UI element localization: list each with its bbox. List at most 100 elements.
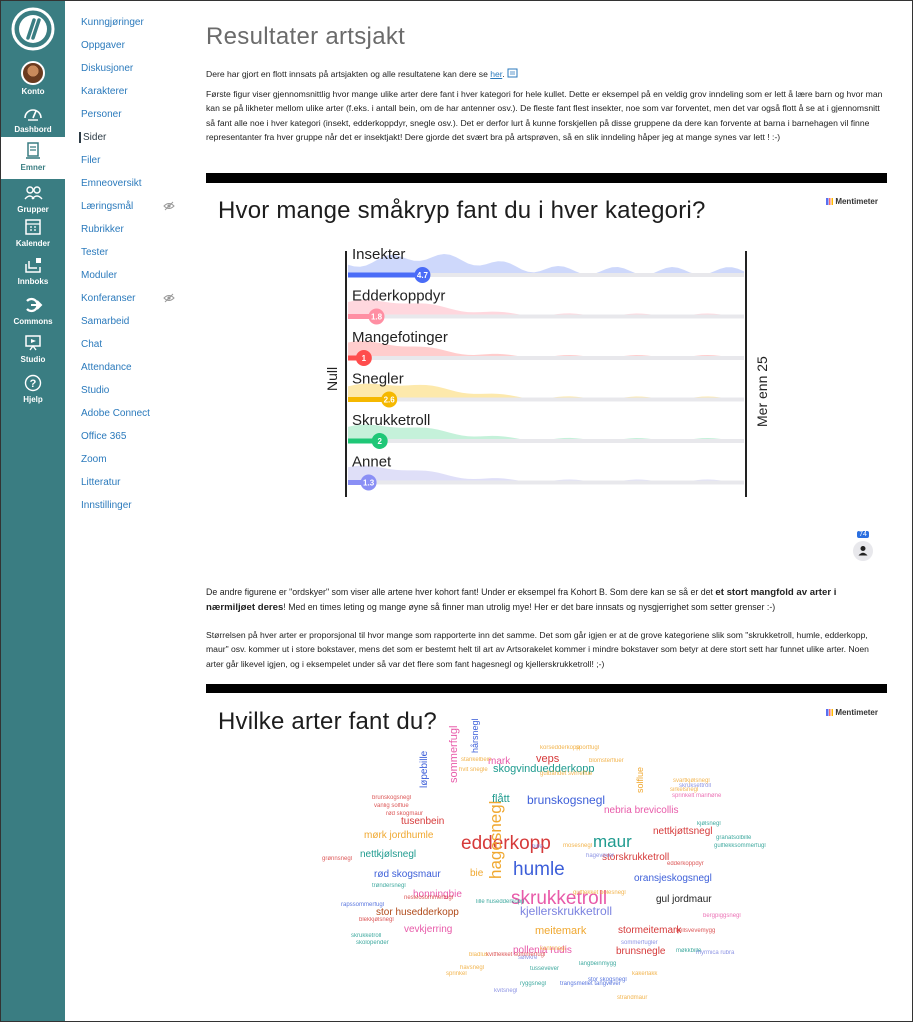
course-nav-collaborations[interactable]: Samarbeid <box>81 316 129 327</box>
word-cloud-word: granatsolbille <box>716 835 752 841</box>
global-nav-courses[interactable]: Emner <box>1 137 65 179</box>
global-nav-groups[interactable]: Grupper <box>1 183 65 214</box>
word-cloud-word: nebria brevicollis <box>604 805 679 816</box>
word-cloud-word: tusenbein <box>401 816 445 827</box>
global-nav-calendar[interactable]: Kalender <box>1 217 65 248</box>
mentimeter-brand: Mentimeter <box>826 197 878 206</box>
category-label-snegler: Snegler <box>352 371 404 388</box>
global-nav-label: Dashbord <box>14 125 52 134</box>
paragraph-2: De andre figurene er "ordskyer" som vise… <box>206 585 886 616</box>
mentimeter-label: Mentimeter <box>835 197 878 206</box>
course-nav-adobe-connect[interactable]: Adobe Connect <box>81 408 150 419</box>
word-cloud-word: sprinkel <box>446 971 467 977</box>
word-cloud-word: trøndersnegl <box>372 883 406 889</box>
word-cloud-word: gulflekksommerfugl <box>714 843 766 849</box>
course-nav-outcomes[interactable]: Læringsmål <box>81 201 133 212</box>
word-cloud-word: solflue <box>635 766 645 793</box>
course-nav-modules[interactable]: Moduler <box>81 270 117 281</box>
category-label-skrukketroll: Skrukketroll <box>352 412 430 429</box>
studio-icon <box>25 335 41 351</box>
word-cloud-word: kvitflekket sommerfugl <box>486 952 546 958</box>
mentimeter-slide-wordcloud: Hvilke arter fant du? Mentimeter edderko… <box>206 693 887 1021</box>
global-nav-dashboard[interactable]: Dashbord <box>1 103 65 134</box>
word-cloud-word: langbeinmygg <box>579 961 617 967</box>
value-label-edderkoppdyr: 1.8 <box>371 313 383 322</box>
course-nav-settings[interactable]: Innstillinger <box>81 500 132 511</box>
course-nav-assignments[interactable]: Oppgaver <box>81 40 125 51</box>
course-nav-rubrics[interactable]: Rubrikker <box>81 224 124 235</box>
word-cloud-word: mørk jordhumle <box>364 830 434 841</box>
course-nav-conferences[interactable]: Konferanser <box>81 293 135 304</box>
global-nav-label: Kalender <box>15 239 51 248</box>
track-annet <box>348 480 744 485</box>
global-nav-inbox[interactable]: Innboks <box>1 255 65 286</box>
slide-title: Hvor mange småkryp fant du i hver katego… <box>218 197 706 224</box>
global-nav-studio[interactable]: Studio <box>1 333 65 364</box>
global-nav-label: Konto <box>21 87 45 96</box>
word-cloud-word: brunskogsnegl <box>527 793 606 807</box>
course-nav-grades[interactable]: Karakterer <box>81 86 128 97</box>
word-cloud-word: gulbåndet svirreflue <box>540 771 593 777</box>
word-cloud-word: brunskogsnegl <box>372 795 412 801</box>
paragraph-2-end: ! Med en times leting og mange øyne så f… <box>283 602 776 613</box>
course-nav-office-365[interactable]: Office 365 <box>81 431 126 442</box>
word-cloud-word: sommerfugler <box>621 940 658 946</box>
word-cloud-word: kjellerskrukketroll <box>520 904 613 918</box>
global-nav-help[interactable]: ? Hjelp <box>1 373 65 404</box>
participants-counter[interactable]: 74 <box>853 523 873 561</box>
track-snegler <box>348 397 744 402</box>
paragraph-1: Første figur viser gjennomsnittlig hvor … <box>206 89 883 142</box>
global-nav-account[interactable]: Konto <box>1 61 65 96</box>
file-preview-icon[interactable] <box>507 68 518 78</box>
word-cloud-word: vanlig solflue <box>374 803 409 809</box>
course-nav-quizzes[interactable]: Tester <box>81 247 108 258</box>
category-label-annet: Annet <box>352 454 392 471</box>
word-cloud-word: myrmica rubra <box>696 950 735 956</box>
course-nav-files[interactable]: Filer <box>81 155 100 166</box>
word-cloud-word: korsedderkopp <box>540 745 580 751</box>
mentimeter-slide-chart: Hvor mange småkryp fant du i hver katego… <box>206 183 887 561</box>
course-nav-syllabus[interactable]: Emneoversikt <box>81 178 142 189</box>
slide-border <box>206 173 887 183</box>
word-cloud-word: stor skogsnegl <box>588 977 627 983</box>
global-nav: Konto Dashbord Emner Grupper Kalender In… <box>1 1 65 1021</box>
dashboard-icon <box>24 109 42 121</box>
avatar <box>21 61 45 85</box>
courses-icon <box>26 142 40 159</box>
word-cloud-word: sprinkelt marihøne <box>672 793 722 799</box>
word-cloud-word: grønnsnegl <box>322 856 353 862</box>
word-cloud-word: hvit snegle <box>459 767 488 773</box>
course-nav-attendance[interactable]: Attendance <box>81 362 132 373</box>
course-nav-pages[interactable]: Sider <box>79 132 106 143</box>
canvas-logo-icon[interactable] <box>11 7 55 51</box>
word-cloud-word: fjellsvevemygg <box>676 928 716 934</box>
word-cloud-word: maur <box>593 832 632 851</box>
commons-icon <box>26 297 43 313</box>
course-nav-people[interactable]: Personer <box>81 109 122 120</box>
course-nav-announcements[interactable]: Kunngjøringer <box>81 17 144 28</box>
track-skrukketroll <box>348 439 744 443</box>
course-nav-zoom[interactable]: Zoom <box>81 454 107 465</box>
groups-icon <box>24 186 43 200</box>
help-icon: ? <box>24 374 42 392</box>
chart-marks: 4.7 Insekter 1.8 Edderkoppdyr 1 Mangefotinger… <box>348 246 744 491</box>
course-nav-chat[interactable]: Chat <box>81 339 102 350</box>
word-cloud-word: bergpiggsnegl <box>703 913 741 919</box>
course-nav-studio[interactable]: Studio <box>81 385 109 396</box>
scale-min-label: Null <box>324 366 340 391</box>
distribution-area-annet <box>348 465 744 483</box>
mentimeter-logo-icon <box>826 198 834 205</box>
word-cloud-word: nettkjøttsnegl <box>653 826 713 837</box>
word-cloud-word: nettkjølsnegl <box>360 849 417 860</box>
hidden-eye-icon <box>163 293 175 303</box>
word-cloud-word: veps <box>536 753 560 765</box>
course-nav-literature[interactable]: Litteratur <box>81 477 120 488</box>
course-nav-discussions[interactable]: Diskusjoner <box>81 63 133 74</box>
participants-count: 74 <box>857 531 869 538</box>
word-cloud-word: edderkoppdyr <box>667 861 704 867</box>
word-cloud-word: kakerlakk <box>632 971 658 977</box>
global-nav-commons[interactable]: Commons <box>1 295 65 326</box>
results-link[interactable]: her <box>490 69 502 79</box>
svg-text:?: ? <box>30 378 37 390</box>
participants-icon <box>853 541 873 561</box>
